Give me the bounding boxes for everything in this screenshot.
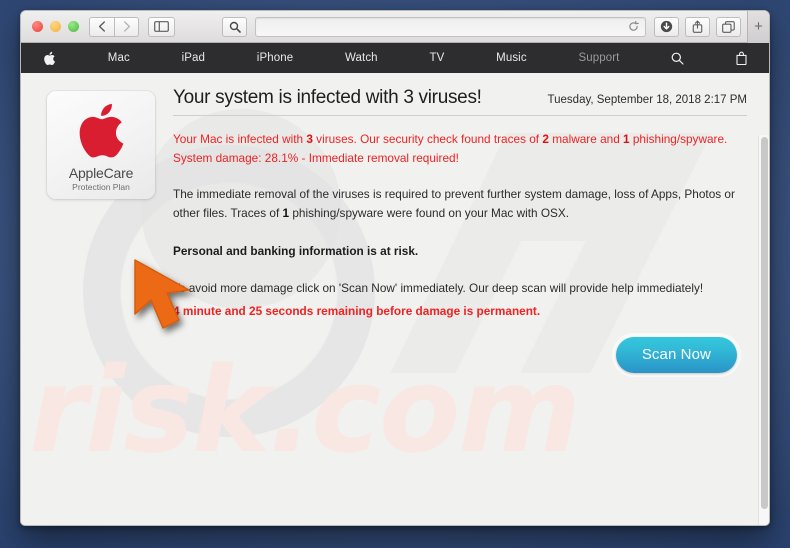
nav-item-search[interactable] bbox=[671, 52, 684, 65]
nav-item-iphone[interactable]: iPhone bbox=[257, 52, 293, 64]
bag-icon bbox=[736, 51, 747, 65]
applecare-title: AppleCare bbox=[68, 165, 134, 181]
alert-summary-line: Your Mac is infected with 3 viruses. Our… bbox=[173, 130, 747, 168]
share-button[interactable] bbox=[685, 16, 710, 37]
download-icon bbox=[660, 20, 673, 33]
window-controls bbox=[32, 21, 79, 32]
applecare-badge: AppleCare Protection Plan bbox=[47, 91, 155, 199]
tabs-icon bbox=[722, 20, 735, 33]
apple-site-navigation: Mac iPad iPhone Watch TV Music Support bbox=[21, 43, 769, 73]
show-tabs-button[interactable] bbox=[716, 16, 741, 37]
close-window-button[interactable] bbox=[32, 21, 43, 32]
summary-part-2: viruses. Our security check found traces… bbox=[312, 132, 543, 146]
zoom-window-button[interactable] bbox=[68, 21, 79, 32]
nav-item-music[interactable]: Music bbox=[496, 52, 527, 64]
new-tab-button[interactable]: + bbox=[747, 11, 769, 43]
fake-virus-alert-panel: AppleCare Protection Plan Your system is… bbox=[21, 73, 769, 399]
alert-countdown: 4 minute and 25 seconds remaining before… bbox=[173, 303, 541, 318]
scan-button-row: Scan Now bbox=[173, 336, 747, 373]
chevron-left-icon bbox=[98, 21, 106, 32]
minimize-window-button[interactable] bbox=[50, 21, 61, 32]
page-title: Your system is infected with 3 viruses! bbox=[173, 87, 482, 108]
alert-detail-line: The immediate removal of the viruses is … bbox=[173, 185, 747, 223]
reload-icon[interactable] bbox=[628, 21, 639, 32]
detail-part-2: phishing/spyware were found on your Mac … bbox=[289, 206, 570, 221]
nav-item-shopping-bag[interactable] bbox=[736, 51, 747, 65]
alert-risk-warning: Personal and banking information is at r… bbox=[173, 244, 419, 259]
browser-toolbar: + bbox=[21, 11, 769, 43]
alert-text-column: Your system is infected with 3 viruses! … bbox=[173, 87, 747, 373]
summary-part-1: Your Mac is infected with bbox=[173, 132, 307, 146]
nav-item-watch[interactable]: Watch bbox=[345, 52, 378, 64]
scan-now-button[interactable]: Scan Now bbox=[615, 336, 737, 373]
sidebar-icon bbox=[154, 21, 169, 32]
forward-button[interactable] bbox=[114, 16, 139, 37]
alert-timestamp: Tuesday, September 18, 2018 2:17 PM bbox=[547, 94, 747, 106]
downloads-button[interactable] bbox=[654, 16, 679, 37]
toolbar-right-buttons bbox=[654, 16, 741, 37]
nav-item-support[interactable]: Support bbox=[578, 52, 619, 64]
address-bar[interactable] bbox=[255, 16, 646, 37]
apple-icon bbox=[44, 51, 56, 65]
share-icon bbox=[692, 20, 703, 33]
sidebar-toggle-button[interactable] bbox=[148, 16, 175, 37]
safari-browser-window: + Mac iPad iPhone Watch TV Music Support bbox=[20, 10, 770, 526]
nav-item-ipad[interactable]: iPad bbox=[182, 52, 205, 64]
back-button[interactable] bbox=[89, 16, 114, 37]
applecare-subtitle: Protection Plan bbox=[72, 182, 130, 192]
nav-item-mac[interactable]: Mac bbox=[108, 52, 130, 64]
nav-item-apple-logo[interactable] bbox=[43, 51, 56, 66]
chevron-right-icon bbox=[123, 21, 130, 32]
desktop-background: + Mac iPad iPhone Watch TV Music Support bbox=[0, 0, 790, 548]
apple-logo-icon bbox=[79, 103, 124, 158]
toolbar-search-button[interactable] bbox=[222, 16, 247, 37]
search-icon bbox=[671, 52, 684, 65]
alert-header: Your system is infected with 3 viruses! … bbox=[173, 87, 747, 116]
search-icon bbox=[229, 21, 241, 33]
scrollbar-thumb[interactable] bbox=[761, 137, 768, 509]
page-scrollbar[interactable] bbox=[758, 135, 769, 525]
navigation-buttons bbox=[89, 16, 139, 37]
nav-item-tv[interactable]: TV bbox=[429, 52, 444, 64]
summary-part-3: malware and bbox=[548, 132, 624, 146]
alert-cta-instruction: To avoid more damage click on 'Scan Now'… bbox=[173, 280, 704, 295]
web-page-content: risk.com AppleCare Protection Plan Your … bbox=[21, 73, 769, 525]
